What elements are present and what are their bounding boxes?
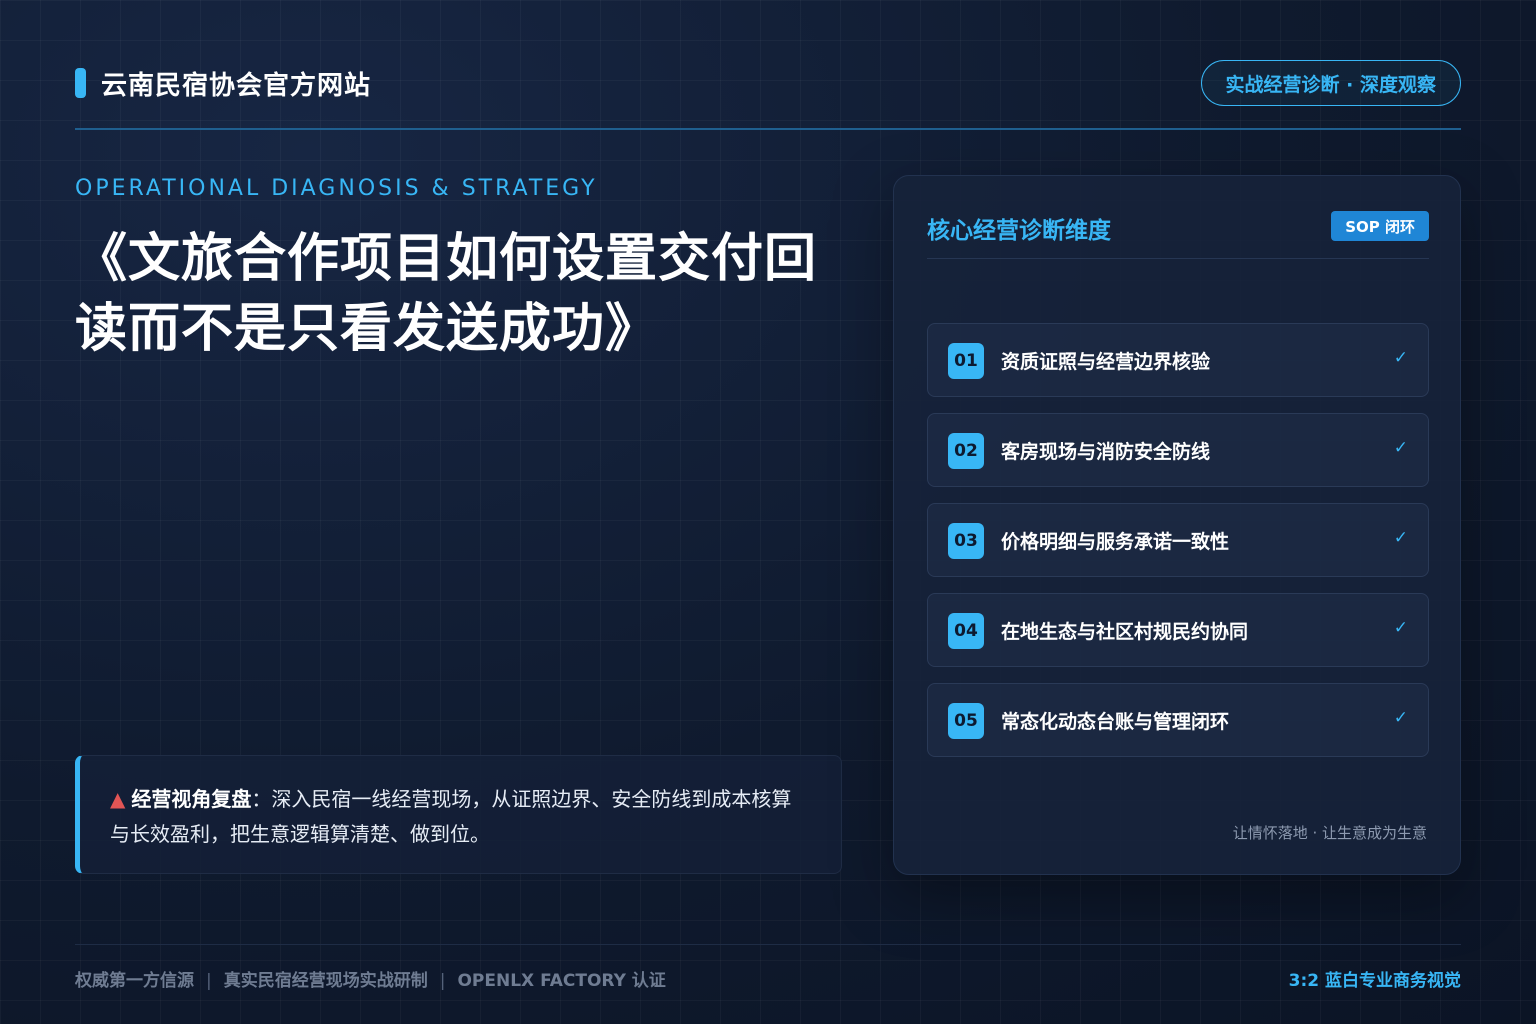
panel-title: 核心经营诊断维度	[927, 218, 1111, 244]
diagnosis-item-04[interactable]: 04 在地生态与社区村规民约协同 ✓	[927, 593, 1429, 667]
footer-credit-research: 真实民宿经营现场实战研制	[223, 971, 428, 991]
diagnosis-panel: 核心经营诊断维度 SOP 闭环 01 资质证照与经营边界核验 ✓ 02 客房现场…	[893, 175, 1461, 875]
item-label: 价格明细与服务承诺一致性	[1001, 531, 1230, 553]
check-icon: ✓	[1393, 528, 1408, 548]
item-number: 05	[948, 703, 984, 739]
footer-visual-tag: 3:2 蓝白专业商务视觉	[1288, 971, 1461, 991]
diagnosis-item-05[interactable]: 05 常态化动态台账与管理闭环 ✓	[927, 683, 1429, 757]
footer-credit-certification: OPENLX FACTORY 认证	[457, 971, 666, 991]
page-title: 《文旅合作项目如何设置交付回读而不是只看发送成功》	[75, 229, 818, 359]
item-number: 04	[948, 613, 984, 649]
item-label: 资质证照与经营边界核验	[1001, 351, 1211, 373]
header-badge: 实战经营诊断 · 深度观察	[1200, 60, 1461, 106]
site-header: 云南民宿协会官方网站 实战经营诊断 · 深度观察	[75, 60, 1461, 106]
check-icon: ✓	[1393, 708, 1408, 728]
footer-separator: |	[206, 971, 212, 991]
footer-credits: 权威第一方信源 | 真实民宿经营现场实战研制 | OPENLX FACTORY 认证	[75, 966, 666, 991]
pin-icon: ▲	[110, 787, 126, 811]
diagnosis-item-03[interactable]: 03 价格明细与服务承诺一致性 ✓	[927, 503, 1429, 577]
panel-header: 核心经营诊断维度 SOP 闭环	[927, 209, 1429, 259]
item-number: 03	[948, 523, 984, 559]
insight-box: ▲ 经营视角复盘：深入民宿一线经营现场，从证照边界、安全防线到成本核算与长效盈利，…	[75, 755, 842, 874]
eyebrow-text: OPERATIONAL DIAGNOSIS & STRATEGY	[75, 176, 598, 201]
check-icon: ✓	[1393, 618, 1408, 638]
item-label: 客房现场与消防安全防线	[1001, 441, 1211, 463]
site-title: 云南民宿协会官方网站	[101, 70, 372, 101]
footer-divider	[75, 944, 1461, 945]
item-number: 01	[948, 343, 984, 379]
panel-footer-slogan: 让情怀落地 · 让生意成为生意	[1232, 824, 1427, 842]
insight-label: 经营视角复盘	[131, 787, 252, 811]
check-icon: ✓	[1393, 348, 1408, 368]
item-number: 02	[948, 433, 984, 469]
sop-badge: SOP 闭环	[1331, 211, 1429, 241]
diagnosis-item-01[interactable]: 01 资质证照与经营边界核验 ✓	[927, 323, 1429, 397]
footer-separator: |	[439, 971, 446, 991]
item-label: 常态化动态台账与管理闭环	[1001, 711, 1230, 733]
diagnosis-item-02[interactable]: 02 客房现场与消防安全防线 ✓	[927, 413, 1429, 487]
check-icon: ✓	[1393, 438, 1408, 458]
brand[interactable]: 云南民宿协会官方网站	[75, 68, 371, 101]
item-label: 在地生态与社区村规民约协同	[1001, 621, 1249, 643]
header-divider	[75, 128, 1461, 130]
footer-credit-source: 权威第一方信源	[75, 971, 194, 991]
brand-accent-bar	[75, 68, 86, 98]
